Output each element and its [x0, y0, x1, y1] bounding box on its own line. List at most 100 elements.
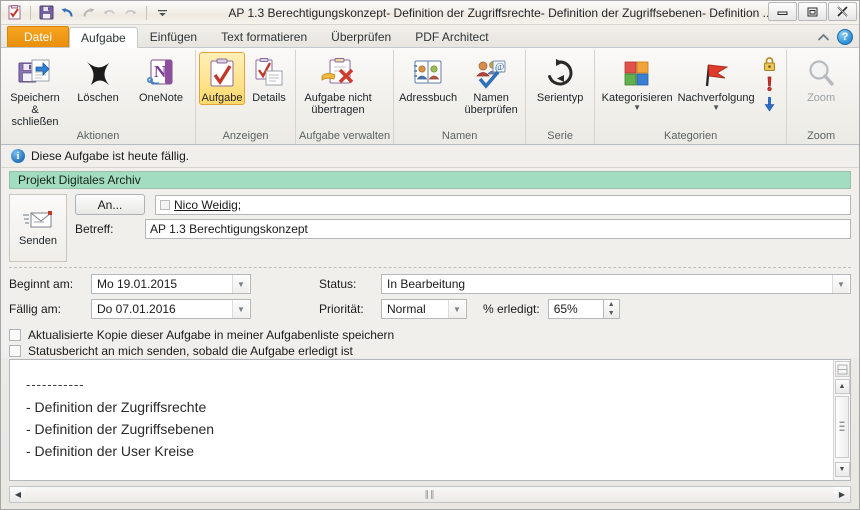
recurrence-button[interactable]: Serientyp — [529, 52, 591, 105]
scroll-down-button[interactable]: ▼ — [834, 462, 850, 477]
due-date-input[interactable]: Do 07.01.2016 ▼ — [91, 299, 251, 319]
ribbon-group-aufgabe-verwalten: Aufgabe nicht übertragen Aufgabe verwalt… — [296, 50, 395, 144]
next-item-icon[interactable] — [121, 3, 140, 22]
save-icon[interactable] — [37, 3, 56, 22]
task-fields-grid: Beginnt am: Mo 19.01.2015 ▼ Fällig am: D… — [9, 274, 851, 319]
task-clipboard-icon — [207, 56, 237, 92]
tab-aufgabe[interactable]: Aufgabe — [69, 27, 138, 48]
view-details-button[interactable]: Details — [246, 52, 292, 105]
percent-complete-input[interactable]: 65% — [547, 299, 604, 319]
tab-ueberpruefen[interactable]: Überprüfen — [319, 26, 403, 47]
percent-complete-stepper[interactable]: ▲ ▼ — [603, 299, 620, 319]
redo-icon[interactable] — [79, 3, 98, 22]
stepper-up-icon[interactable]: ▲ — [608, 301, 615, 308]
due-date-dropdown-icon[interactable]: ▼ — [232, 300, 249, 318]
scroll-right-button[interactable]: ▶ — [834, 487, 850, 502]
body-vertical-scrollbar[interactable]: ▲ ━ ━ ━ ▼ — [833, 360, 850, 480]
tab-datei[interactable]: Datei — [7, 26, 70, 47]
tab-einfuegen[interactable]: Einfügen — [138, 26, 209, 47]
tab-pdf-architect[interactable]: PDF Architect — [403, 26, 500, 47]
priority-value: Normal — [387, 302, 426, 316]
start-date-value: Mo 19.01.2015 — [97, 277, 178, 291]
task-window: AP 1.3 Berechtigungskonzept - Definition … — [0, 0, 860, 510]
split-view-icon[interactable] — [834, 361, 850, 377]
ribbon-tabs: Datei Aufgabe Einfügen Text formatieren … — [1, 25, 859, 48]
onenote-button[interactable]: N OneNote — [130, 52, 192, 105]
scroll-left-button[interactable]: ◀ — [10, 487, 26, 502]
view-details-label: Details — [252, 92, 286, 104]
priority-input[interactable]: Normal ▼ — [381, 299, 467, 319]
vertical-scroll-thumb[interactable]: ━ ━ ━ — [835, 396, 849, 458]
do-not-assign-task-button[interactable]: Aufgabe nicht übertragen — [299, 52, 377, 117]
due-date-label: Fällig am: — [9, 302, 62, 316]
undo-icon[interactable] — [58, 3, 77, 22]
save-and-close-label-2: & schließen — [11, 104, 59, 128]
start-date-dropdown-icon[interactable]: ▼ — [232, 275, 249, 293]
status-dropdown-icon[interactable]: ▼ — [832, 275, 849, 293]
task-icon[interactable] — [5, 3, 24, 22]
send-envelope-icon — [23, 210, 53, 232]
stepper-down-icon[interactable]: ▼ — [608, 310, 615, 317]
category-banner[interactable]: Projekt Digitales Archiv — [9, 171, 851, 189]
minimize-button[interactable] — [768, 2, 797, 21]
status-report-checkbox[interactable] — [9, 345, 21, 357]
importance-icon-column — [756, 52, 783, 126]
send-button-label: Senden — [19, 234, 57, 247]
send-button[interactable]: Senden — [9, 194, 67, 262]
category-banner-wrap: Projekt Digitales Archiv — [1, 168, 859, 191]
qat-divider-2 — [146, 5, 147, 20]
tab-text-formatieren[interactable]: Text formatieren — [209, 26, 319, 47]
start-date-input[interactable]: Mo 19.01.2015 ▼ — [91, 274, 251, 294]
zoom-label: Zoom — [807, 92, 836, 104]
previous-item-icon[interactable] — [100, 3, 119, 22]
close-button[interactable] — [828, 2, 857, 21]
priority-dropdown-icon[interactable]: ▼ — [448, 300, 465, 318]
delete-button[interactable]: Löschen — [67, 52, 129, 105]
keep-copy-checkbox[interactable] — [9, 329, 21, 341]
ribbon-group-anzeigen: Aufgabe Details Anzeigen — [196, 50, 296, 144]
recipient-name[interactable]: Nico Weidig; — [174, 198, 241, 212]
customize-qat-icon[interactable] — [153, 3, 172, 22]
low-importance-icon[interactable] — [764, 96, 775, 112]
body-line-1: - Definition der Zugriffsrechte — [26, 399, 207, 415]
qat-divider — [30, 5, 31, 20]
task-body-text[interactable]: ----------- - Definition der Zugriffsrec… — [10, 360, 833, 480]
group-label-anzeigen: Anzeigen — [222, 130, 269, 142]
save-and-close-button[interactable]: Speichern & schließen — [4, 52, 66, 129]
to-field[interactable]: Nico Weidig; — [155, 194, 851, 215]
ribbon-group-kategorien: Kategorisieren ▼ Nachverfolgung ▼ Katego… — [595, 50, 788, 144]
scroll-up-button[interactable]: ▲ — [834, 379, 850, 394]
private-lock-icon[interactable] — [762, 56, 777, 72]
address-book-button[interactable]: Adressbuch — [397, 52, 459, 105]
recipient-presence-icon — [160, 199, 170, 210]
status-label: Status: — [319, 277, 357, 291]
group-label-namen: Namen — [441, 130, 478, 142]
follow-up-button[interactable]: Nachverfolgung ▼ — [677, 52, 755, 112]
horizontal-scroll-track[interactable]: ∥∥ — [26, 487, 834, 502]
subject-input[interactable]: AP 1.3 Berechtigungskonzept — [145, 219, 851, 239]
check-names-button[interactable]: @ Namen überprüfen — [460, 52, 522, 117]
body-line-2: - Definition der Zugriffsebenen — [26, 421, 215, 437]
recurrence-label: Serientyp — [536, 92, 584, 104]
onenote-label: OneNote — [138, 92, 184, 104]
percent-complete-label: % erledigt: — [483, 302, 540, 316]
view-task-button[interactable]: Aufgabe — [199, 52, 245, 105]
svg-text:N: N — [154, 62, 167, 81]
to-button[interactable]: An... — [75, 194, 145, 215]
delete-x-icon — [82, 56, 114, 92]
zoom-button[interactable]: Zoom — [790, 52, 852, 105]
status-report-label: Statusbericht an mich senden, sobald die… — [28, 344, 353, 358]
due-date-row: Fällig am: Do 07.01.2016 ▼ — [9, 299, 309, 319]
collapse-ribbon-icon[interactable] — [817, 33, 830, 42]
horizontal-scroll-grip-icon: ∥∥ — [424, 489, 436, 499]
do-not-assign-label-2: übertragen — [311, 104, 365, 116]
categorize-button[interactable]: Kategorisieren ▼ — [598, 52, 676, 112]
help-icon[interactable]: ? — [837, 29, 853, 45]
categorize-dropdown-icon[interactable]: ▼ — [633, 104, 641, 112]
status-input[interactable]: In Bearbeitung ▼ — [381, 274, 851, 294]
follow-up-dropdown-icon[interactable]: ▼ — [712, 104, 720, 112]
high-importance-icon[interactable] — [764, 76, 775, 92]
follow-up-flag-icon — [699, 56, 733, 92]
maximize-button[interactable] — [798, 2, 827, 21]
horizontal-scrollbar[interactable]: ◀ ∥∥ ▶ — [9, 486, 851, 503]
